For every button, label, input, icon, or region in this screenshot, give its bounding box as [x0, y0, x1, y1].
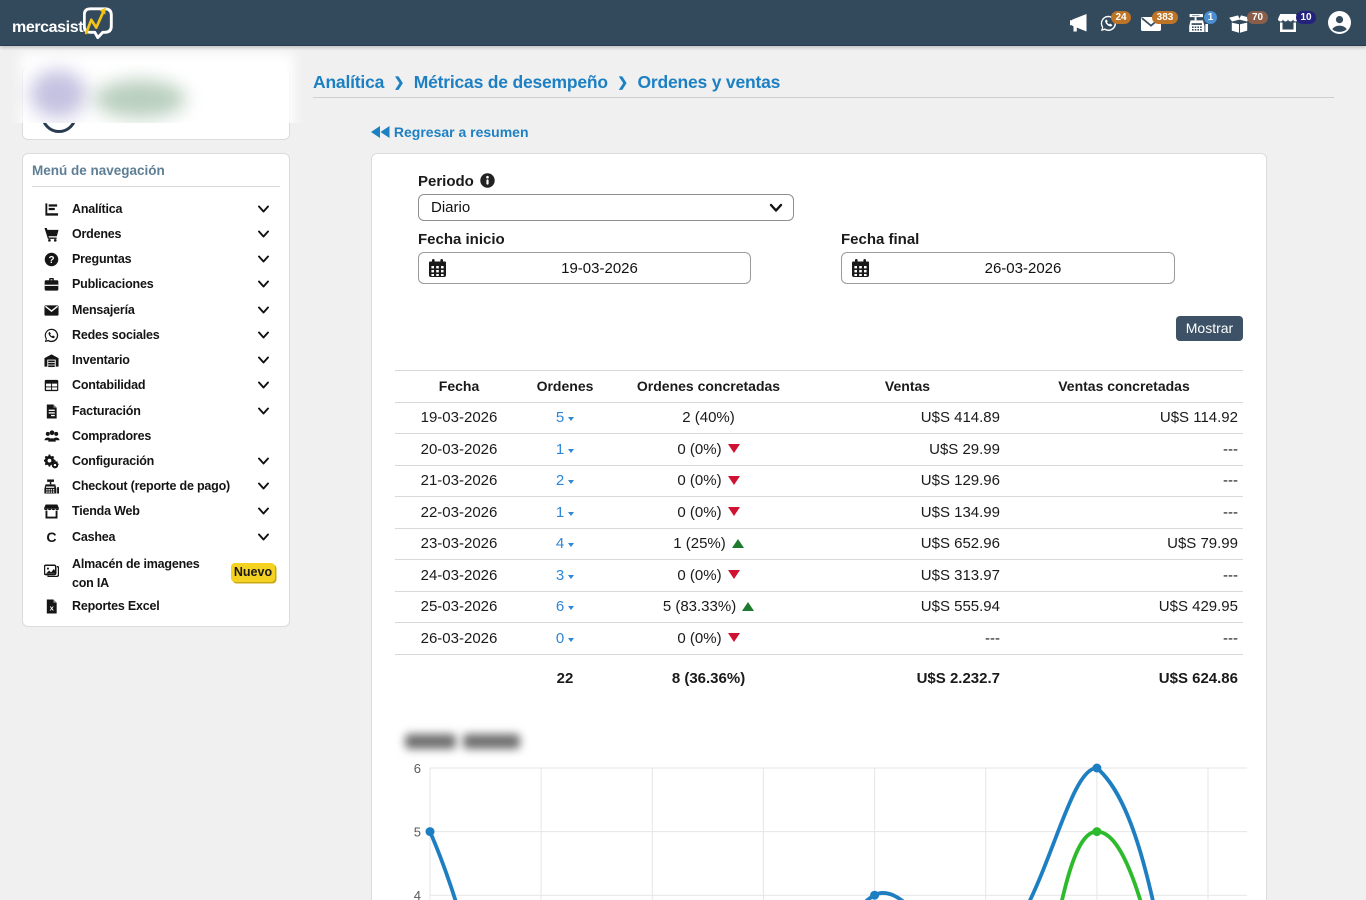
svg-text:C: C	[46, 530, 56, 545]
svg-text:?: ?	[48, 255, 54, 266]
svg-text:5: 5	[414, 825, 421, 840]
svg-text:4: 4	[414, 888, 421, 900]
svg-text:6: 6	[414, 761, 421, 776]
